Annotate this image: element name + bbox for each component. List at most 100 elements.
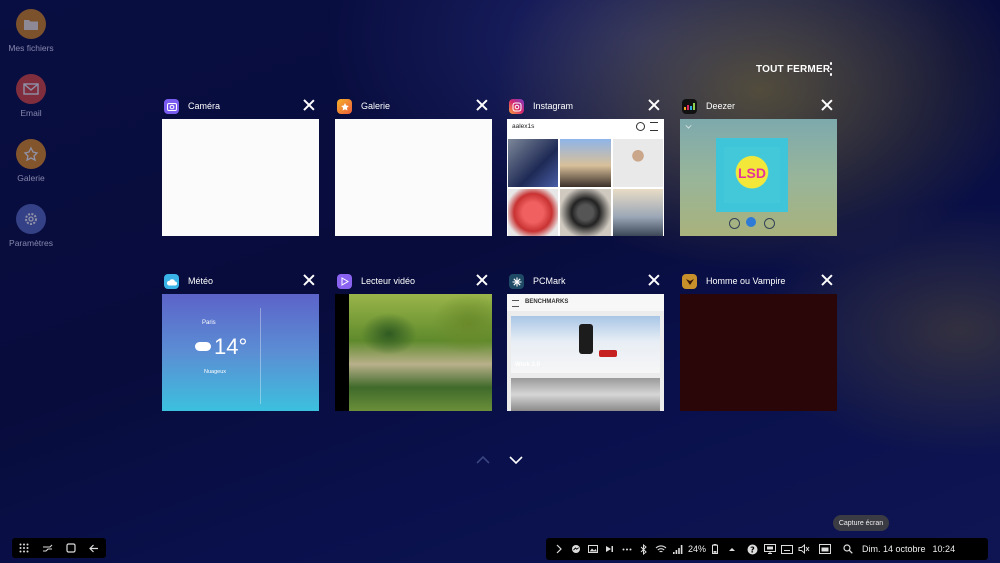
help-icon[interactable]: ? bbox=[744, 540, 761, 558]
app-title: Caméra bbox=[188, 101, 221, 111]
album-cover: LSD bbox=[716, 138, 788, 212]
sound-muted-icon[interactable] bbox=[795, 540, 812, 558]
close-app-button[interactable] bbox=[646, 97, 662, 113]
close-all-button[interactable]: TOUT FERMER bbox=[756, 64, 830, 75]
forecast-panel bbox=[260, 308, 311, 404]
desktop-shortcut-email[interactable]: Email bbox=[0, 74, 62, 118]
recent-app-card-camera[interactable]: Caméra bbox=[162, 97, 319, 236]
photo-grid bbox=[508, 139, 663, 236]
app-title: Lecteur vidéo bbox=[361, 276, 416, 286]
bluetooth-icon[interactable] bbox=[635, 540, 652, 558]
menu-icon[interactable] bbox=[512, 300, 519, 307]
desktop-shortcut-label: Mes fichiers bbox=[8, 43, 54, 53]
recent-app-card-video-player[interactable]: Lecteur vidéo bbox=[335, 272, 492, 411]
app-preview[interactable]: LSD bbox=[680, 119, 837, 236]
signal-icon bbox=[669, 540, 686, 558]
app-preview[interactable]: BENCHMARKS Work 2.0 bbox=[507, 294, 664, 411]
weather-city: Paris bbox=[202, 320, 216, 326]
favorite-button[interactable] bbox=[746, 217, 756, 227]
skier-figure bbox=[579, 324, 593, 354]
chevron-right-icon[interactable] bbox=[550, 540, 567, 558]
app-preview[interactable] bbox=[162, 119, 319, 236]
close-app-button[interactable] bbox=[474, 272, 490, 288]
grid-photo bbox=[508, 139, 559, 187]
recent-app-card-weather[interactable]: Météo Paris 14° Nuageux bbox=[162, 272, 319, 411]
info-button[interactable] bbox=[764, 218, 775, 229]
chevron-up-icon[interactable] bbox=[723, 540, 740, 558]
pcmark-icon bbox=[509, 274, 524, 289]
play-icon[interactable] bbox=[601, 540, 618, 558]
gallery-icon bbox=[16, 139, 46, 169]
vampire-game-icon bbox=[682, 274, 697, 289]
history-icon bbox=[636, 122, 645, 131]
apps-grid-icon[interactable] bbox=[15, 539, 32, 557]
weather-icon bbox=[164, 274, 179, 289]
recent-app-card-gallery[interactable]: Galerie bbox=[335, 97, 492, 236]
grid-photo bbox=[560, 188, 611, 236]
recents-icon[interactable] bbox=[39, 539, 56, 557]
gallery-icon bbox=[337, 99, 352, 114]
desktop-shortcut-files[interactable]: Mes fichiers bbox=[0, 9, 62, 53]
menu-icon bbox=[650, 122, 658, 131]
recent-app-card-deezer[interactable]: Deezer LSD bbox=[680, 97, 837, 236]
app-preview[interactable] bbox=[680, 294, 837, 411]
app-preview[interactable] bbox=[335, 119, 492, 236]
app-title: Galerie bbox=[361, 101, 391, 111]
close-app-button[interactable] bbox=[301, 97, 317, 113]
cloud-icon bbox=[195, 342, 211, 351]
close-app-button[interactable] bbox=[301, 272, 317, 288]
sled-figure bbox=[599, 350, 617, 357]
pcmark-section-title: BENCHMARKS bbox=[525, 299, 569, 305]
album-title: LSD bbox=[738, 165, 766, 181]
benchmark-banner-2[interactable] bbox=[511, 378, 660, 411]
taskbar-navigation bbox=[12, 538, 106, 558]
grid-photo bbox=[612, 139, 663, 187]
lyrics-button[interactable] bbox=[729, 218, 740, 229]
wifi-icon[interactable] bbox=[652, 540, 669, 558]
close-app-button[interactable] bbox=[474, 97, 490, 113]
recent-app-card-pcmark[interactable]: PCMark BENCHMARKS Work 2.0 bbox=[507, 272, 664, 411]
more-options-icon[interactable] bbox=[827, 62, 835, 76]
app-preview[interactable]: Paris 14° Nuageux bbox=[162, 294, 319, 411]
keyboard-icon[interactable] bbox=[778, 540, 795, 558]
clock-label[interactable]: 10:24 bbox=[933, 544, 956, 554]
app-title: Instagram bbox=[533, 101, 574, 111]
screenshot-button[interactable] bbox=[816, 540, 833, 558]
search-icon[interactable] bbox=[839, 540, 856, 558]
folder-icon bbox=[16, 9, 46, 39]
app-title: Homme ou Vampire bbox=[706, 276, 786, 286]
gallery-icon[interactable] bbox=[584, 540, 601, 558]
benchmark-name: Work 2.0 bbox=[515, 362, 540, 368]
close-app-button[interactable] bbox=[646, 272, 662, 288]
video-player-icon bbox=[337, 274, 352, 289]
app-title: Deezer bbox=[706, 101, 736, 111]
back-icon[interactable] bbox=[86, 539, 103, 557]
chevron-down-icon[interactable] bbox=[509, 455, 523, 465]
date-label[interactable]: Dim. 14 octobre bbox=[862, 544, 926, 554]
close-app-button[interactable] bbox=[819, 272, 835, 288]
svg-text:?: ? bbox=[750, 545, 755, 554]
desktop-shortcut-gallery[interactable]: Galerie bbox=[0, 139, 62, 183]
album-art: LSD bbox=[724, 147, 780, 203]
app-title: PCMark bbox=[533, 276, 566, 286]
instagram-icon bbox=[509, 99, 524, 114]
recent-app-card-instagram[interactable]: Instagram aalex1s bbox=[507, 97, 664, 236]
grid-photo bbox=[560, 139, 611, 187]
video-frame bbox=[349, 294, 492, 411]
close-app-button[interactable] bbox=[819, 97, 835, 113]
grid-photo bbox=[508, 188, 559, 236]
benchmark-banner[interactable]: Work 2.0 bbox=[511, 316, 660, 373]
battery-level: 24% bbox=[688, 544, 707, 554]
app-preview[interactable] bbox=[335, 294, 492, 411]
messenger-icon[interactable] bbox=[567, 540, 584, 558]
weather-condition: Nuageux bbox=[204, 369, 227, 375]
app-preview[interactable]: aalex1s bbox=[507, 119, 664, 236]
home-icon[interactable] bbox=[62, 539, 79, 557]
desktop-shortcut-settings[interactable]: Paramètres bbox=[0, 204, 62, 248]
desktop-shortcut-label: Galerie bbox=[17, 173, 45, 183]
deezer-icon bbox=[682, 99, 697, 114]
chevron-up-icon[interactable] bbox=[476, 455, 490, 465]
recent-app-card-vampire-game[interactable]: Homme ou Vampire bbox=[680, 272, 837, 411]
more-notifications-icon[interactable] bbox=[618, 540, 635, 558]
screen-mirroring-icon[interactable] bbox=[761, 540, 778, 558]
